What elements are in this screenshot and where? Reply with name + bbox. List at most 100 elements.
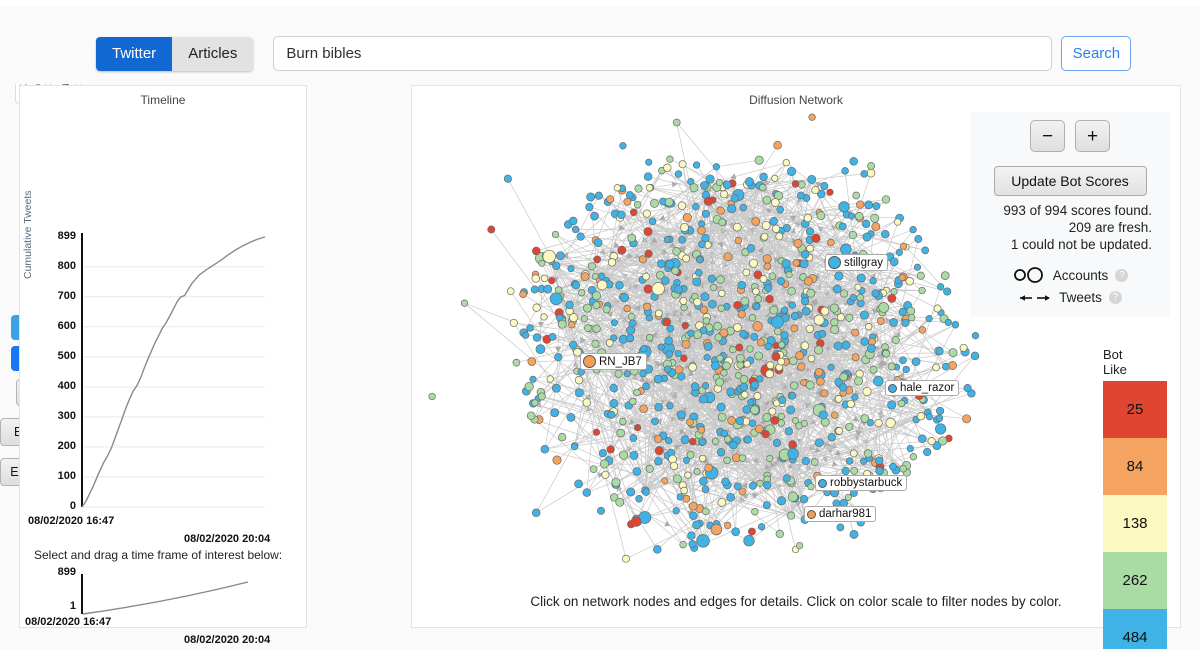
network-node[interactable] (616, 428, 625, 438)
network-node[interactable] (663, 235, 671, 244)
network-node[interactable] (746, 244, 756, 253)
network-node[interactable] (851, 328, 860, 337)
network-node[interactable] (942, 362, 950, 371)
network-node[interactable] (771, 224, 781, 233)
network-node[interactable] (874, 418, 883, 428)
network-node[interactable] (634, 184, 643, 193)
network-node[interactable] (696, 534, 710, 548)
network-node[interactable] (574, 479, 583, 489)
network-node[interactable] (849, 157, 858, 166)
network-node[interactable] (606, 445, 615, 454)
network-node[interactable] (905, 277, 914, 286)
network-node[interactable] (653, 374, 663, 384)
network-node[interactable] (558, 433, 567, 442)
network-node[interactable] (643, 284, 653, 294)
network-node[interactable] (526, 411, 536, 420)
network-node[interactable] (571, 225, 580, 234)
network-node[interactable] (935, 423, 947, 435)
network-node[interactable] (512, 358, 521, 367)
network-node[interactable] (765, 294, 774, 304)
network-node[interactable] (740, 390, 749, 399)
network-node[interactable] (753, 302, 761, 311)
network-node[interactable] (605, 339, 614, 347)
network-node[interactable] (710, 523, 723, 536)
network-node[interactable] (923, 447, 932, 457)
network-node[interactable] (519, 290, 527, 299)
network-node[interactable] (726, 492, 736, 502)
network-node[interactable] (799, 259, 809, 269)
network-node[interactable] (770, 198, 780, 207)
network-node[interactable] (692, 520, 701, 530)
network-node[interactable] (672, 118, 681, 127)
network-node[interactable] (531, 274, 541, 283)
network-node[interactable] (584, 324, 592, 332)
network-node[interactable] (699, 476, 708, 486)
network-node[interactable] (682, 213, 692, 223)
network-node[interactable] (543, 284, 553, 294)
network-node[interactable] (722, 361, 731, 371)
network-node[interactable] (537, 392, 546, 401)
network-node[interactable] (611, 477, 621, 487)
network-node[interactable] (622, 554, 630, 563)
network-node[interactable] (814, 345, 824, 355)
color-scale-band[interactable]: 262 (1103, 552, 1167, 609)
network-node[interactable] (749, 481, 757, 490)
network-node[interactable] (777, 412, 785, 420)
network-node[interactable] (885, 417, 896, 429)
network-node[interactable] (759, 172, 768, 182)
network-node[interactable] (554, 353, 563, 362)
network-node[interactable] (846, 399, 855, 408)
network-node[interactable] (532, 303, 541, 312)
network-node[interactable] (730, 193, 740, 203)
network-node[interactable] (829, 303, 839, 313)
network-node[interactable] (747, 398, 755, 407)
network-node[interactable] (717, 498, 727, 507)
network-node[interactable] (698, 438, 707, 446)
network-node[interactable] (733, 301, 742, 310)
network-node[interactable] (629, 434, 638, 442)
network-node[interactable] (654, 446, 664, 456)
network-node[interactable] (632, 467, 642, 476)
network-node[interactable] (810, 458, 819, 466)
network-node[interactable] (693, 468, 701, 476)
network-node[interactable] (856, 293, 864, 302)
network-node[interactable] (936, 406, 945, 415)
network-node[interactable] (769, 305, 779, 315)
network-node[interactable] (835, 427, 844, 435)
network-node[interactable] (664, 437, 673, 445)
network-node[interactable] (826, 188, 834, 196)
network-node[interactable] (752, 321, 763, 332)
network-node[interactable] (697, 226, 706, 235)
network-node[interactable] (750, 405, 760, 415)
network-node[interactable] (591, 291, 602, 301)
network-node[interactable] (665, 259, 675, 269)
network-node[interactable] (895, 248, 903, 256)
network-node[interactable] (722, 180, 732, 190)
network-node[interactable] (711, 437, 720, 445)
network-node[interactable] (538, 259, 546, 267)
network-node[interactable] (565, 300, 574, 310)
network-node[interactable] (703, 353, 711, 361)
network-node[interactable] (787, 286, 796, 296)
network-node[interactable] (938, 436, 948, 446)
network-node[interactable] (909, 226, 917, 234)
network-node[interactable] (735, 343, 744, 352)
network-node[interactable] (695, 269, 703, 277)
network-node[interactable] (723, 456, 731, 465)
network-node-label[interactable]: RN_JB7 (580, 353, 647, 370)
network-node[interactable] (687, 329, 695, 337)
network-node[interactable] (661, 477, 669, 485)
network-node[interactable] (721, 477, 730, 486)
network-node[interactable] (598, 272, 606, 280)
network-node[interactable] (792, 259, 801, 267)
network-node[interactable] (803, 213, 812, 223)
network-node[interactable] (689, 437, 697, 446)
network-node[interactable] (592, 324, 601, 333)
network-node[interactable] (701, 209, 710, 218)
network-node[interactable] (898, 273, 906, 282)
network-node[interactable] (791, 417, 799, 425)
network-node[interactable] (783, 474, 791, 482)
network-node[interactable] (629, 450, 639, 460)
network-node[interactable] (859, 310, 869, 320)
network-node[interactable] (756, 375, 764, 383)
